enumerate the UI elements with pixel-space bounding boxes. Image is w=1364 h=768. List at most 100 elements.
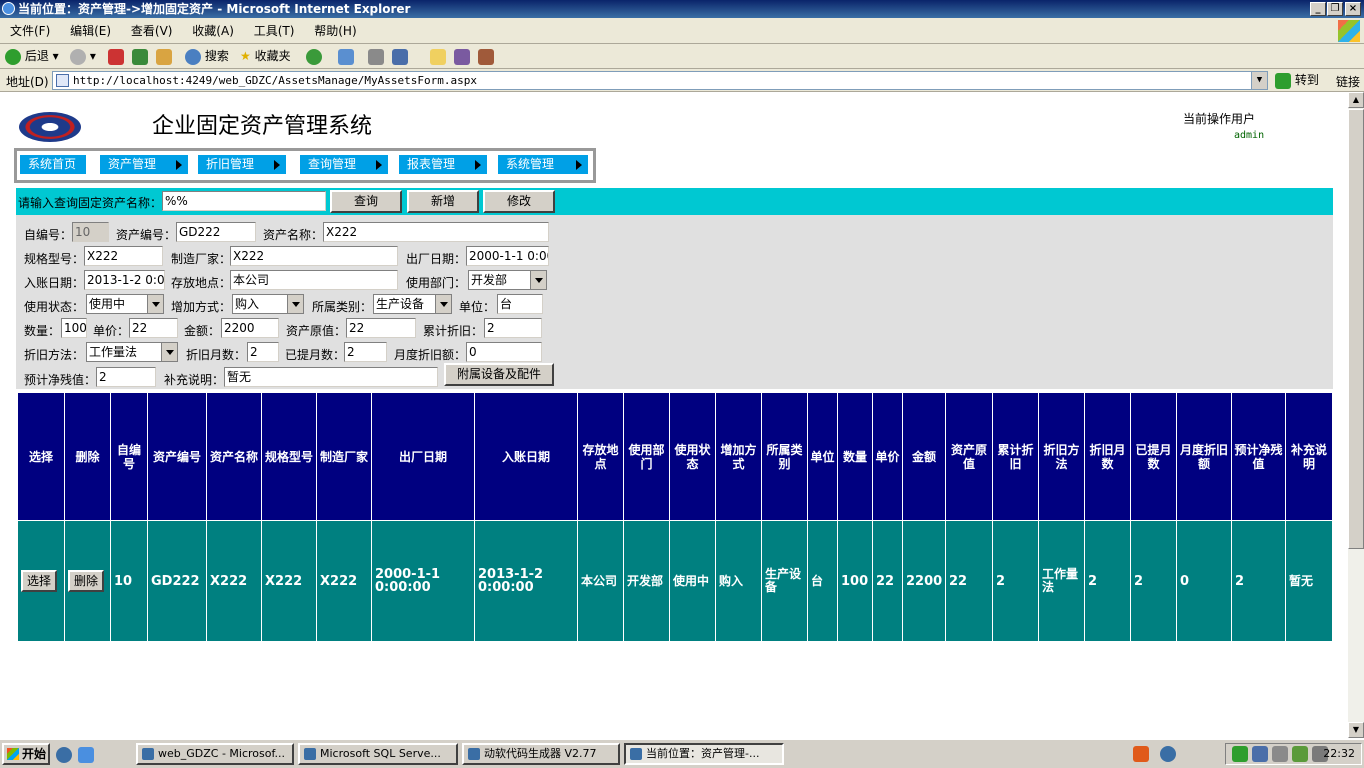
table-cell: GD222: [147, 520, 207, 642]
add-button[interactable]: 新增: [407, 190, 479, 213]
row-delete-button[interactable]: 删除: [68, 570, 105, 592]
table-cell: 100: [837, 520, 873, 642]
messenger-icon[interactable]: [454, 49, 470, 65]
accessory-button[interactable]: 附属设备及配件: [444, 363, 554, 386]
menu-view[interactable]: 查看(V): [123, 18, 181, 44]
nav-report-management[interactable]: 报表管理: [399, 155, 487, 174]
tray-icon[interactable]: [1272, 746, 1288, 762]
unit-field[interactable]: 台: [497, 294, 543, 314]
main-nav: 系统首页 资产管理 折旧管理 查询管理 报表管理 系统管理: [14, 148, 596, 183]
history-icon[interactable]: [306, 49, 322, 65]
factory-date-field[interactable]: 2000-1-1 0:00: [466, 246, 549, 266]
nav-query-management[interactable]: 查询管理: [300, 155, 388, 174]
links-label[interactable]: 链接: [1336, 73, 1360, 90]
menu-file[interactable]: 文件(F): [2, 18, 58, 44]
go-button[interactable]: 转到: [1275, 71, 1319, 90]
nav-asset-management[interactable]: 资产管理: [100, 155, 188, 174]
input-method-icon[interactable]: [1133, 746, 1149, 762]
submenu-arrow-icon: [376, 160, 382, 170]
ie-quicklaunch-icon[interactable]: [56, 747, 72, 763]
query-button[interactable]: 查询: [330, 190, 402, 213]
nav-system-management[interactable]: 系统管理: [498, 155, 588, 174]
task-ie[interactable]: 当前位置：资产管理-...: [624, 743, 784, 765]
category-select[interactable]: 生产设备: [373, 294, 452, 314]
add-mode-select[interactable]: 购入: [232, 294, 304, 314]
edit-page-icon[interactable]: [392, 49, 408, 65]
price-field[interactable]: 22: [129, 318, 178, 338]
edit-button[interactable]: 修改: [483, 190, 555, 213]
mail-icon[interactable]: [338, 49, 354, 65]
address-dropdown[interactable]: ▼: [1251, 72, 1267, 89]
residual-field[interactable]: 2: [96, 367, 156, 387]
chevron-down-icon: [161, 343, 177, 361]
scroll-thumb[interactable]: [1348, 109, 1364, 549]
research-icon[interactable]: [478, 49, 494, 65]
discuss-icon[interactable]: [430, 49, 446, 65]
task-vs[interactable]: web_GDZC - Microsof...: [136, 743, 294, 765]
close-button[interactable]: ×: [1345, 2, 1361, 16]
search-input[interactable]: %%: [162, 191, 326, 211]
menu-favorites[interactable]: 收藏(A): [184, 18, 242, 44]
entry-date-field[interactable]: 2013-1-2 0:00: [84, 270, 165, 290]
nav-depreciation-management[interactable]: 折旧管理: [198, 155, 286, 174]
remark-field[interactable]: 暂无: [224, 367, 438, 387]
task-sql-server[interactable]: Microsoft SQL Serve...: [298, 743, 458, 765]
address-label: 地址(D): [6, 75, 49, 89]
price-label: 单价：: [93, 324, 130, 338]
col-header-residual: 预计净残值: [1231, 392, 1286, 521]
code-field[interactable]: GD222: [176, 222, 256, 242]
desktop-quicklaunch-icon[interactable]: [78, 747, 94, 763]
orig-value-field[interactable]: 22: [346, 318, 416, 338]
menu-help[interactable]: 帮助(H): [306, 18, 364, 44]
monthly-dep-field[interactable]: 0: [466, 342, 542, 362]
model-field[interactable]: X222: [84, 246, 163, 266]
acc-dep-field[interactable]: 2: [484, 318, 542, 338]
tray-icon[interactable]: [1252, 746, 1268, 762]
dep-months-field[interactable]: 2: [247, 342, 279, 362]
maker-label: 制造厂家：: [171, 252, 232, 266]
qty-field[interactable]: 100: [61, 318, 87, 338]
row-select-button[interactable]: 选择: [21, 570, 58, 592]
back-button[interactable]: 后退 ▾: [5, 47, 59, 66]
minimize-button[interactable]: _: [1310, 2, 1326, 16]
remark-label: 补充说明：: [164, 373, 225, 387]
vertical-scrollbar[interactable]: ▲ ▼: [1348, 92, 1364, 738]
location-field[interactable]: 本公司: [230, 270, 398, 290]
nav-home[interactable]: 系统首页: [20, 155, 86, 174]
scroll-down-button[interactable]: ▼: [1348, 722, 1364, 738]
address-input[interactable]: http://localhost:4249/web_GDZC/AssetsMan…: [52, 71, 1268, 90]
acc-dep-label: 累计折旧：: [423, 324, 484, 338]
menu-tools[interactable]: 工具(T): [246, 18, 303, 44]
col-header-model: 规格型号: [261, 392, 317, 521]
maker-field[interactable]: X222: [230, 246, 398, 266]
name-field[interactable]: X222: [323, 222, 549, 242]
unit-label: 单位：: [459, 300, 496, 314]
refresh-icon[interactable]: [132, 49, 148, 65]
amount-field[interactable]: 2200: [221, 318, 279, 338]
col-header-status: 使用状态: [669, 392, 716, 521]
stop-icon[interactable]: [108, 49, 124, 65]
restore-button[interactable]: ❐: [1327, 2, 1343, 16]
col-header-code: 资产编号: [147, 392, 207, 521]
start-button[interactable]: 开始: [2, 743, 50, 765]
forward-button[interactable]: ▾: [70, 47, 96, 66]
scroll-up-button[interactable]: ▲: [1348, 92, 1364, 108]
network-icon[interactable]: [1232, 746, 1248, 762]
tray-icon[interactable]: [1292, 746, 1308, 762]
menu-edit[interactable]: 编辑(E): [62, 18, 119, 44]
home-icon[interactable]: [156, 49, 172, 65]
dep-method-select[interactable]: 工作量法: [86, 342, 178, 362]
favorites-button[interactable]: ★ 收藏夹: [240, 47, 291, 66]
used-months-field[interactable]: 2: [344, 342, 387, 362]
task-code-generator[interactable]: 动软代码生成器 V2.77: [462, 743, 620, 765]
print-icon[interactable]: [368, 49, 384, 65]
help-icon[interactable]: [1160, 746, 1176, 762]
table-cell: 0: [1176, 520, 1232, 642]
dept-select[interactable]: 开发部: [468, 270, 547, 290]
go-arrow-icon: [1275, 72, 1291, 89]
search-button[interactable]: 搜索: [185, 47, 229, 66]
table-cell: 2013-1-2 0:00:00: [474, 520, 578, 642]
status-select[interactable]: 使用中: [86, 294, 164, 314]
dep-months-label: 折旧月数：: [186, 348, 247, 362]
system-tray: 22:32: [1225, 743, 1362, 765]
